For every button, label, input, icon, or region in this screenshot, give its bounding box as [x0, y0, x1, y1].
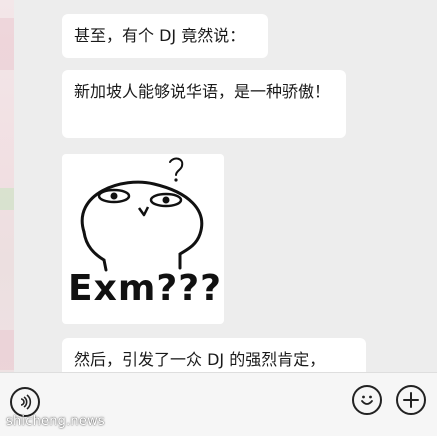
message-text: 然后，引发了一众 DJ 的强烈肯定，	[74, 350, 326, 369]
chat-message-bubble[interactable]: 新加坡人能够说华语，是一种骄傲！	[62, 70, 346, 138]
left-edge-strip	[0, 0, 14, 436]
message-text: 甚至，有个 DJ 竟然说：	[74, 26, 246, 45]
chat-message-bubble[interactable]: 甚至，有个 DJ 竟然说：	[62, 14, 268, 58]
emoji-icon[interactable]	[352, 385, 382, 415]
strip-highlight	[0, 188, 14, 210]
voice-wave-glyph	[20, 394, 32, 410]
sticker-caption: Exm???	[68, 268, 222, 309]
plus-glyph	[403, 392, 419, 408]
watermark: shicheng.news	[6, 414, 105, 429]
strip-highlight	[0, 330, 14, 370]
strip-highlight	[0, 18, 14, 70]
voice-icon[interactable]	[10, 387, 40, 417]
plus-icon[interactable]	[396, 385, 426, 415]
message-text: 新加坡人能够说华语，是一种骄傲！	[74, 82, 331, 101]
smile-glyph	[361, 395, 373, 405]
sticker-message[interactable]: Exm???	[62, 154, 224, 324]
